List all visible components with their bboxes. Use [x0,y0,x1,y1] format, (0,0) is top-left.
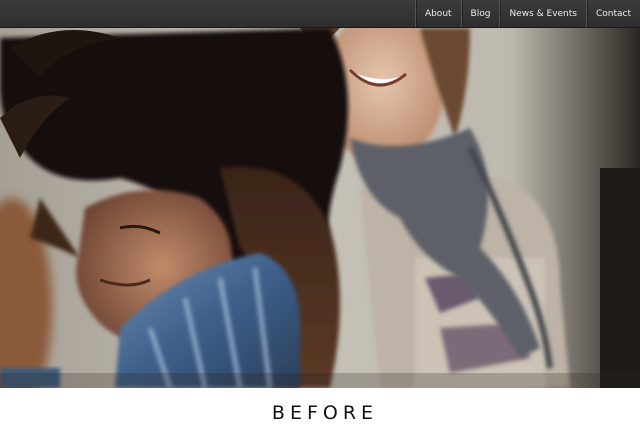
hero-caption: BEFORE [271,402,379,424]
hero-photo [0,28,640,388]
nav-item-blog[interactable]: Blog [460,0,500,27]
hero-image [0,28,640,388]
nav-item-contact[interactable]: Contact [585,0,640,27]
page: About Blog News & Events Contact BEFORE [0,0,640,440]
main-nav: About Blog News & Events Contact [414,0,640,27]
nav-item-news-events[interactable]: News & Events [499,0,586,27]
nav-item-about[interactable]: About [414,0,461,27]
top-navigation-bar: About Blog News & Events Contact [0,0,640,28]
